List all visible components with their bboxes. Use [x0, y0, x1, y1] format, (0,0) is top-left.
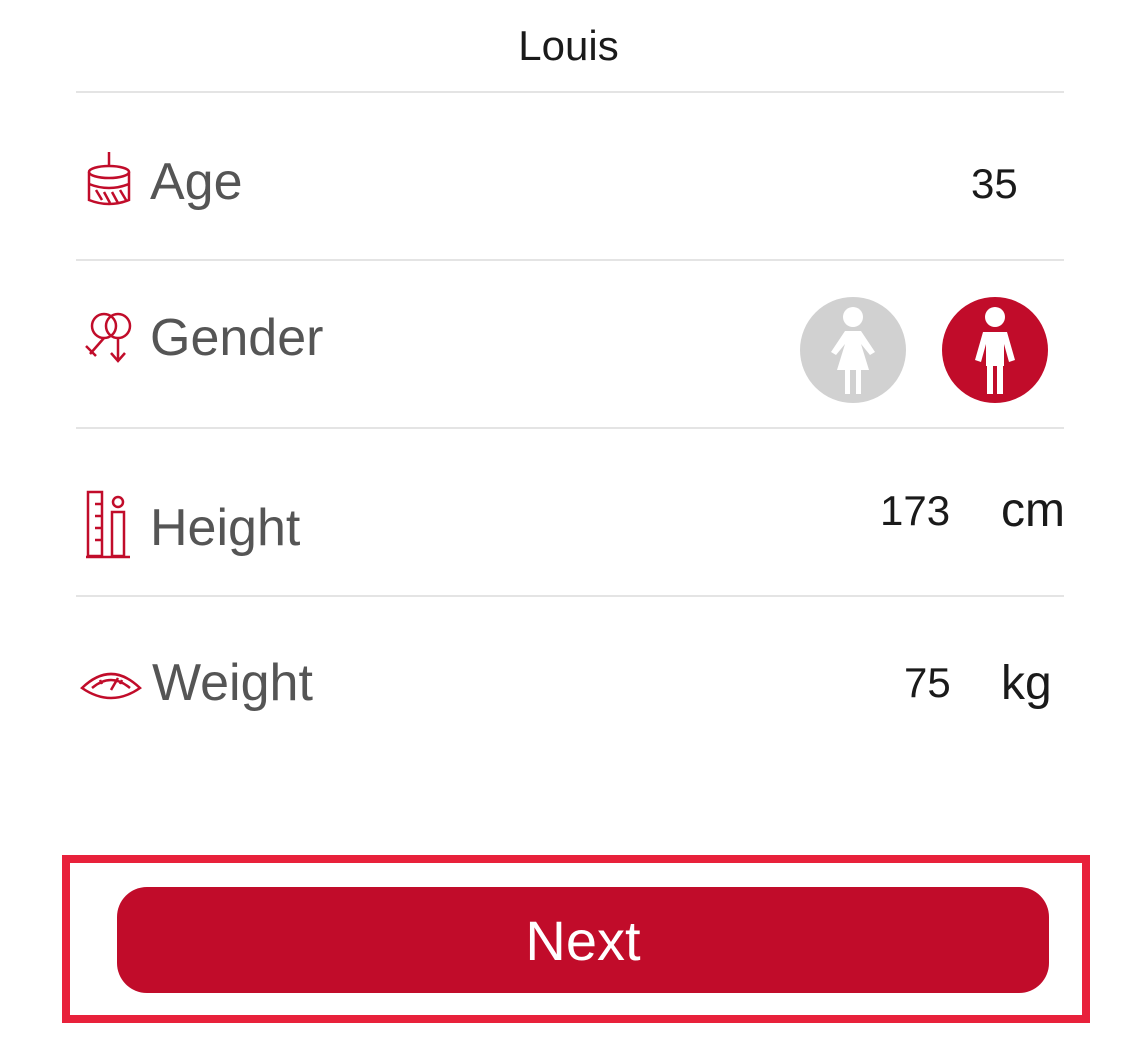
- divider: [76, 595, 1064, 597]
- cake-icon: [84, 150, 134, 213]
- gender-label: Gender: [150, 309, 324, 367]
- height-unit: cm: [1001, 484, 1065, 537]
- female-figure-icon: [831, 307, 875, 394]
- profile-setup-screen: Louis Age 35 Gender Height 173 cm Weight…: [0, 0, 1137, 1060]
- profile-name: Louis: [518, 22, 619, 69]
- weight-label: Weight: [152, 654, 313, 712]
- male-option-button[interactable]: [942, 297, 1048, 403]
- male-figure-icon: [975, 307, 1015, 394]
- scale-icon: [78, 664, 144, 709]
- height-label: Height: [150, 499, 301, 557]
- next-button[interactable]: Next: [117, 887, 1049, 993]
- weight-value[interactable]: 75: [904, 662, 951, 704]
- age-value[interactable]: 35: [971, 163, 1018, 205]
- divider: [76, 427, 1064, 429]
- height-value[interactable]: 173: [880, 490, 950, 532]
- divider: [76, 91, 1064, 93]
- gender-icon: [82, 308, 136, 369]
- divider: [76, 259, 1064, 261]
- age-label: Age: [150, 153, 243, 211]
- height-ruler-icon: [86, 490, 132, 565]
- weight-unit: kg: [1001, 657, 1052, 710]
- female-option-button[interactable]: [800, 297, 906, 403]
